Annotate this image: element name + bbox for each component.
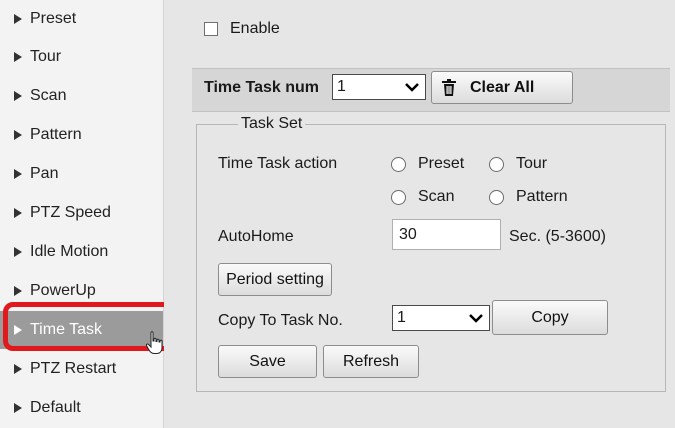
clear-all-button[interactable]: Clear All xyxy=(431,71,573,104)
caret-right-icon xyxy=(14,52,22,62)
copy-to-task-select[interactable]: 1 xyxy=(392,305,490,331)
sidebar-item-label: Tour xyxy=(30,48,62,65)
task-set-legend: Task Set xyxy=(238,115,306,133)
sidebar-item-label: Preset xyxy=(30,10,77,27)
sidebar-item-idle-motion[interactable]: Idle Motion xyxy=(0,233,163,271)
time-task-action-label: Time Task action xyxy=(218,155,338,172)
caret-right-icon xyxy=(14,130,22,140)
radio-preset[interactable] xyxy=(391,157,406,172)
sidebar-item-preset[interactable]: Preset xyxy=(0,0,163,38)
caret-right-icon xyxy=(14,325,22,335)
sidebar-item-label: Scan xyxy=(30,87,67,104)
task-num-label: Time Task num xyxy=(204,79,319,96)
sidebar-item-powerup[interactable]: PowerUp xyxy=(0,272,163,310)
radio-pattern-label: Pattern xyxy=(516,188,568,205)
radio-tour-label: Tour xyxy=(516,155,548,172)
sidebar-item-pattern[interactable]: Pattern xyxy=(0,116,163,154)
period-setting-button[interactable]: Period setting xyxy=(218,263,332,296)
sidebar-item-label: PTZ Restart xyxy=(30,360,117,377)
task-num-value: 1 xyxy=(337,78,346,95)
copy-to-task-value: 1 xyxy=(397,309,406,326)
save-button[interactable]: Save xyxy=(218,345,317,378)
radio-tour[interactable] xyxy=(489,157,504,172)
refresh-button-label: Refresh xyxy=(342,352,400,370)
task-num-select[interactable]: 1 xyxy=(332,74,426,100)
autohome-unit: Sec. (5-3600) xyxy=(509,228,606,245)
autohome-value: 30 xyxy=(399,225,417,243)
sidebar-item-time-task[interactable]: Time Task xyxy=(0,311,163,349)
enable-label: Enable xyxy=(230,20,280,37)
sidebar-item-label: Idle Motion xyxy=(30,243,109,260)
sidebar-item-label: PTZ Speed xyxy=(30,204,111,221)
caret-right-icon xyxy=(14,403,22,413)
save-button-label: Save xyxy=(249,352,286,370)
radio-scan-label: Scan xyxy=(418,188,455,205)
caret-right-icon xyxy=(14,364,22,374)
caret-right-icon xyxy=(14,286,22,296)
sidebar-item-label: Pattern xyxy=(30,126,82,143)
caret-right-icon xyxy=(14,169,22,179)
sidebar-item-label: Pan xyxy=(30,165,59,182)
sidebar-item-label: PowerUp xyxy=(30,282,96,299)
copy-button-label: Copy xyxy=(531,308,569,326)
caret-right-icon xyxy=(14,91,22,101)
sidebar-item-label: Default xyxy=(30,399,81,416)
clear-all-label: Clear All xyxy=(470,78,535,96)
chevron-down-icon xyxy=(469,314,483,323)
hand-cursor-icon xyxy=(145,331,163,354)
sidebar-item-pan[interactable]: Pan xyxy=(0,155,163,193)
refresh-button[interactable]: Refresh xyxy=(323,345,419,378)
period-setting-label: Period setting xyxy=(226,270,324,288)
radio-scan[interactable] xyxy=(391,190,406,205)
sidebar-item-tour[interactable]: Tour xyxy=(0,38,163,76)
enable-checkbox[interactable] xyxy=(204,22,218,36)
trash-icon xyxy=(442,79,456,96)
copy-to-task-label: Copy To Task No. xyxy=(218,312,343,329)
radio-preset-label: Preset xyxy=(418,155,465,172)
sidebar: Preset Tour Scan Pattern Pan PTZ Speed I… xyxy=(0,0,164,428)
sidebar-item-label: Time Task xyxy=(30,321,103,338)
caret-right-icon xyxy=(14,247,22,257)
sidebar-item-default[interactable]: Default xyxy=(0,389,163,427)
radio-pattern[interactable] xyxy=(489,190,504,205)
autohome-input[interactable]: 30 xyxy=(392,219,501,250)
chevron-down-icon xyxy=(405,83,419,92)
caret-right-icon xyxy=(14,208,22,218)
sidebar-item-ptz-restart[interactable]: PTZ Restart xyxy=(0,350,163,388)
autohome-label: AutoHome xyxy=(218,228,294,245)
copy-button[interactable]: Copy xyxy=(492,300,608,335)
sidebar-item-scan[interactable]: Scan xyxy=(0,77,163,115)
sidebar-item-ptz-speed[interactable]: PTZ Speed xyxy=(0,194,163,232)
caret-right-icon xyxy=(14,14,22,24)
